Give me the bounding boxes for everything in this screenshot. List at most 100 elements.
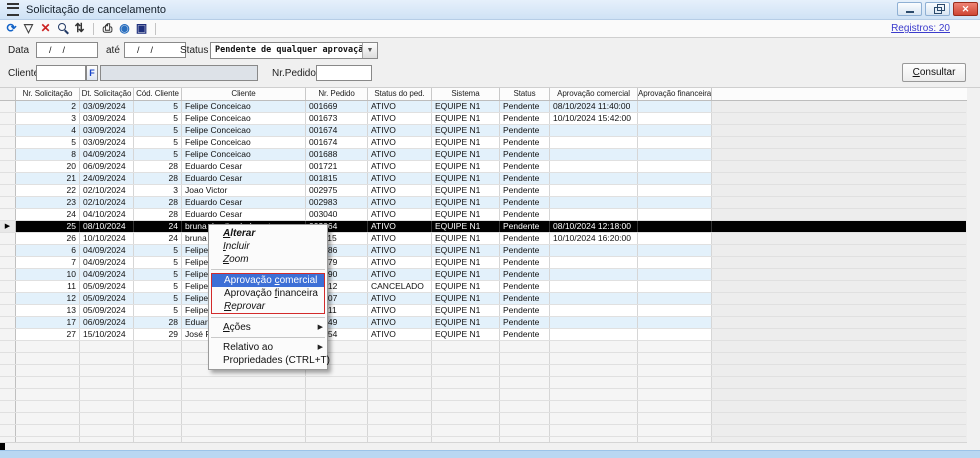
- clear-filter-icon[interactable]: ✕: [37, 21, 54, 36]
- table-row[interactable]: 2610/10/202424bruna da silva belmont0031…: [0, 233, 966, 245]
- cliente-code-input[interactable]: [36, 65, 86, 81]
- empty-cell: [500, 377, 550, 388]
- save-icon[interactable]: ▣: [133, 21, 150, 36]
- selected-row-marker: ▶: [0, 221, 16, 232]
- hamburger-menu-icon[interactable]: [7, 3, 19, 16]
- table-row[interactable]: 1205/09/20245Felipe Conceicao001707ATIVO…: [0, 293, 966, 305]
- column-header-aprovacao_financeira[interactable]: Aprovação financeira: [638, 88, 712, 100]
- cell-sistema: EQUIPE N1: [432, 281, 500, 292]
- cell-nr_pedido: 002975: [306, 185, 368, 196]
- column-header-aprovacao_comercial[interactable]: Aprovação comercial: [550, 88, 638, 100]
- cell-dt_solicitacao: 04/09/2024: [80, 269, 134, 280]
- menu-item-incluir[interactable]: Incluir: [209, 240, 327, 253]
- row-gutter: [0, 257, 16, 268]
- column-header-cod_cliente[interactable]: Cód. Cliente: [134, 88, 182, 100]
- table-row[interactable]: 604/09/20245Felipe Conceicao001686ATIVOE…: [0, 245, 966, 257]
- cell-aprovacao_financeira: [638, 221, 712, 232]
- table-row[interactable]: 1105/09/20245Felipe Conceicao001712CANCE…: [0, 281, 966, 293]
- cell-status_ped: ATIVO: [368, 329, 432, 340]
- cell-status_ped: ATIVO: [368, 101, 432, 112]
- empty-row: [0, 365, 966, 377]
- table-row[interactable]: 2202/10/20243Joao Victor002975ATIVOEQUIP…: [0, 185, 966, 197]
- table-row[interactable]: 1706/09/202428Eduardo Cesar002449ATIVOEQ…: [0, 317, 966, 329]
- sort-icon[interactable]: ⇅: [71, 21, 88, 36]
- print-icon[interactable]: ⎙: [99, 21, 116, 36]
- menu-item-aprovacao-comercial[interactable]: Aprovação comercial: [212, 274, 324, 287]
- cliente-label: Cliente: [8, 68, 39, 79]
- column-header-dt_solicitacao[interactable]: Dt. Solicitação: [80, 88, 134, 100]
- row-gutter: [0, 305, 16, 316]
- column-header-sistema[interactable]: Sistema: [432, 88, 500, 100]
- cell-aprovacao_financeira: [638, 233, 712, 244]
- menu-item-aprovacao-financeira[interactable]: Aprovação financeira: [212, 287, 324, 300]
- table-row[interactable]: 2124/09/202428Eduardo Cesar001815ATIVOEQ…: [0, 173, 966, 185]
- records-link[interactable]: Registros: 20: [891, 23, 950, 34]
- zoom-icon[interactable]: [54, 21, 71, 36]
- consultar-button[interactable]: Consultar: [902, 63, 966, 82]
- cell-cod_cliente: 28: [134, 209, 182, 220]
- cell-cod_cliente: 5: [134, 269, 182, 280]
- cell-aprovacao_comercial: [550, 269, 638, 280]
- menu-item-acoes[interactable]: Ações▶: [209, 321, 327, 334]
- date-to-input[interactable]: [124, 42, 186, 58]
- cell-status: Pendente: [500, 245, 550, 256]
- cell-sistema: EQUIPE N1: [432, 269, 500, 280]
- column-header-cliente[interactable]: Cliente: [182, 88, 306, 100]
- cell-cliente: Eduardo Cesar: [182, 197, 306, 208]
- date-from-input[interactable]: [36, 42, 98, 58]
- minimize-button[interactable]: [897, 2, 922, 16]
- menu-item-reprovar[interactable]: Reprovar: [212, 300, 324, 313]
- cell-aprovacao_financeira: [638, 305, 712, 316]
- cell-cliente: Felipe Conceicao: [182, 113, 306, 124]
- table-row[interactable]: 2715/10/202429José P003154ATIVOEQUIPE N1…: [0, 329, 966, 341]
- menu-item-relativo-ao[interactable]: Relativo ao▶: [209, 341, 327, 354]
- table-row[interactable]: 303/09/20245Felipe Conceicao001673ATIVOE…: [0, 113, 966, 125]
- chevron-down-icon[interactable]: ▼: [362, 43, 377, 58]
- table-row[interactable]: 2404/10/202428Eduardo Cesar003040ATIVOEQ…: [0, 209, 966, 221]
- cell-nr_solicitacao: 5: [16, 137, 80, 148]
- preview-icon[interactable]: ◉: [116, 21, 133, 36]
- menu-item-zoom[interactable]: Zoom: [209, 253, 327, 266]
- empty-cell: [134, 401, 182, 412]
- empty-row: [0, 413, 966, 425]
- table-row[interactable]: 1305/09/20245Felipe Conceicao001711ATIVO…: [0, 305, 966, 317]
- cell-nr_pedido: 001674: [306, 137, 368, 148]
- column-header-nr_solicitacao[interactable]: Nr. Solicitação: [16, 88, 80, 100]
- horizontal-scrollbar[interactable]: [0, 442, 967, 450]
- refresh-icon[interactable]: ⟳: [3, 21, 20, 36]
- cell-nr_solicitacao: 13: [16, 305, 80, 316]
- table-row[interactable]: 804/09/20245Felipe Conceicao001688ATIVOE…: [0, 149, 966, 161]
- cell-aprovacao_comercial: [550, 245, 638, 256]
- cell-aprovacao_comercial: 10/10/2024 15:42:00: [550, 113, 638, 124]
- menu-item-alterar[interactable]: Alterar: [209, 227, 327, 240]
- column-header-status[interactable]: Status: [500, 88, 550, 100]
- close-button[interactable]: [953, 2, 978, 16]
- cell-aprovacao_financeira: [638, 257, 712, 268]
- column-header-status_ped[interactable]: Status do ped.: [368, 88, 432, 100]
- table-row[interactable]: 2302/10/202428Eduardo Cesar002983ATIVOEQ…: [0, 197, 966, 209]
- row-gutter: [0, 137, 16, 148]
- table-row[interactable]: ▶2508/10/202424bruna da silva belmont003…: [0, 221, 966, 233]
- submenu-arrow-icon: ▶: [318, 321, 323, 334]
- status-select[interactable]: Pendente de qualquer aprovação ▼: [210, 42, 378, 59]
- cell-aprovacao_comercial: 08/10/2024 11:40:00: [550, 101, 638, 112]
- cell-cod_cliente: 28: [134, 161, 182, 172]
- table-row[interactable]: 1004/09/20245Felipe Conceicao001690ATIVO…: [0, 269, 966, 281]
- empty-cell: [16, 341, 80, 352]
- table-row[interactable]: 403/09/20245Felipe Conceicao001674ATIVOE…: [0, 125, 966, 137]
- menu-item-propriedades[interactable]: Propriedades (CTRL+T): [209, 354, 327, 367]
- cell-cliente: Felipe Conceicao: [182, 101, 306, 112]
- nr-pedido-input[interactable]: [316, 65, 372, 81]
- column-header-nr_pedido[interactable]: Nr. Pedido: [306, 88, 368, 100]
- table-row[interactable]: 2006/09/202428Eduardo Cesar001721ATIVOEQ…: [0, 161, 966, 173]
- cliente-lookup-button[interactable]: F: [86, 65, 98, 81]
- cell-cod_cliente: 29: [134, 329, 182, 340]
- table-row[interactable]: 203/09/20245Felipe Conceicao001669ATIVOE…: [0, 101, 966, 113]
- filter-icon[interactable]: ▽: [20, 21, 37, 36]
- cell-dt_solicitacao: 04/09/2024: [80, 245, 134, 256]
- toolbar-icons: ⟳▽✕ ⇅ ⎙◉▣: [0, 20, 980, 37]
- restore-button[interactable]: [925, 2, 950, 16]
- table-row[interactable]: 704/09/20245Felipe Conceicao001679ATIVOE…: [0, 257, 966, 269]
- cell-sistema: EQUIPE N1: [432, 293, 500, 304]
- table-row[interactable]: 503/09/20245Felipe Conceicao001674ATIVOE…: [0, 137, 966, 149]
